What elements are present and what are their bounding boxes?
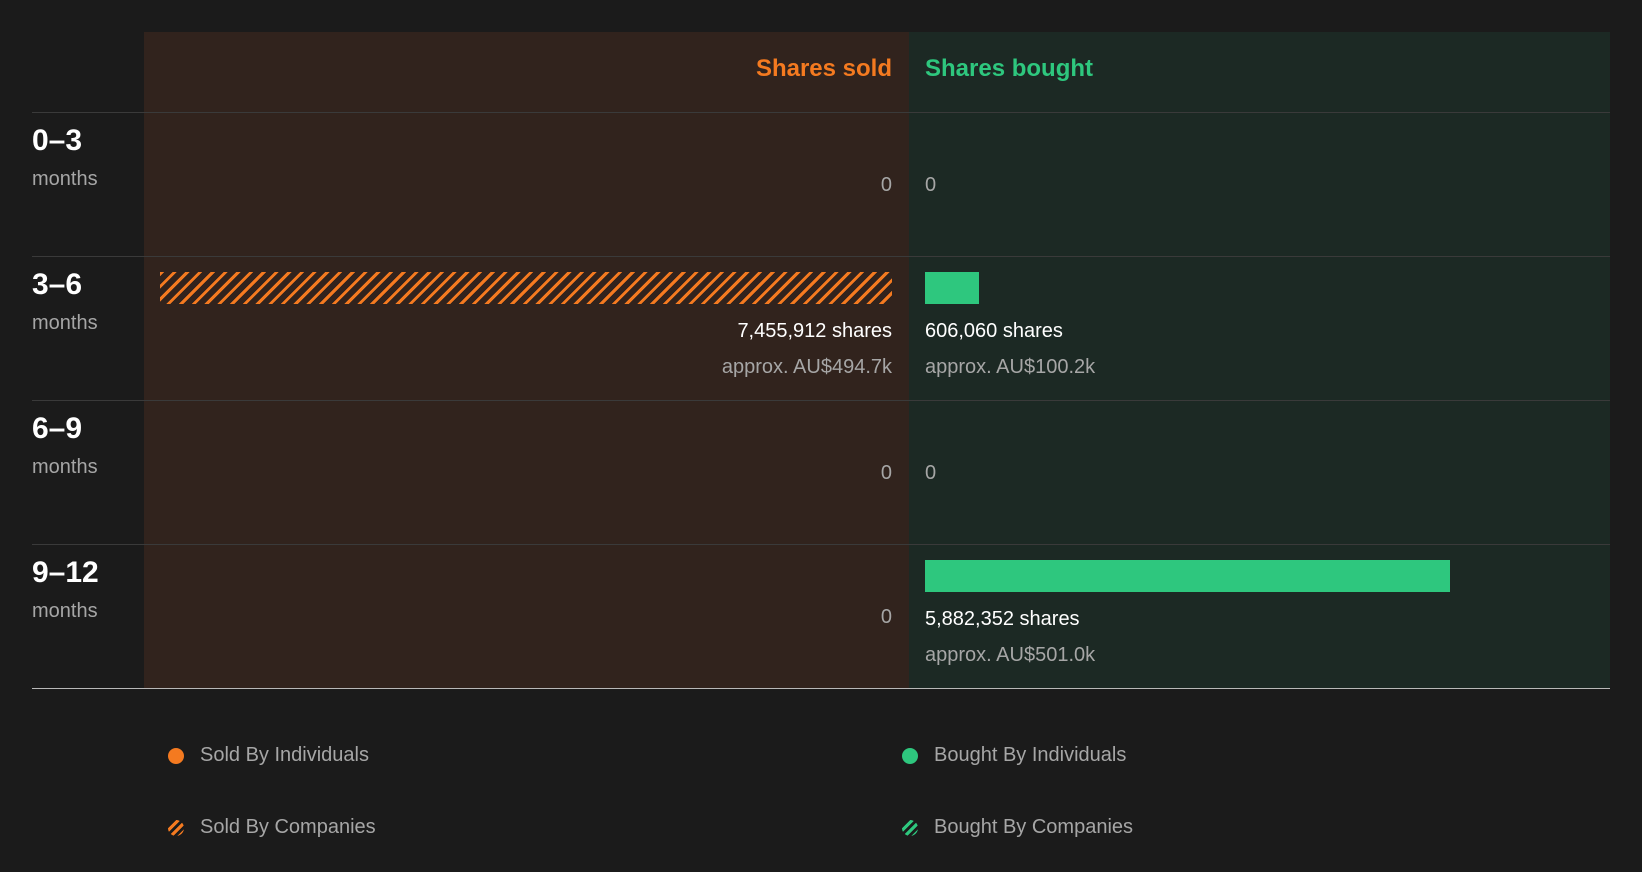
sold-approx-label: approx. AU$494.7k — [721, 356, 892, 378]
sold-value-label: 0 — [880, 606, 892, 628]
shares-sold-header: Shares sold — [755, 55, 892, 82]
period-label: 9–12 — [32, 556, 99, 589]
sold-bar — [160, 272, 892, 304]
row-label: 6–9 months — [32, 412, 98, 479]
legend-item: Sold By Individuals — [168, 744, 369, 767]
legend-swatch-icon — [168, 819, 184, 836]
bought-bar — [925, 560, 1451, 592]
period-label: 3–6 — [32, 268, 83, 301]
row-divider — [32, 400, 1610, 401]
legend-label: Sold By Companies — [200, 816, 376, 838]
period-label: 0–3 — [32, 124, 83, 157]
legend-label: Bought By Companies — [934, 816, 1134, 838]
bought-shares-label: 606,060 shares — [925, 320, 1063, 342]
sold-shares-label: 7,455,912 shares — [737, 320, 892, 342]
bought-shares-label: 5,882,352 shares — [925, 608, 1080, 630]
legend-swatch-icon — [902, 747, 918, 764]
period-label: 6–9 — [32, 412, 83, 445]
row-divider — [32, 256, 1610, 257]
bought-approx-label: approx. AU$501.0k — [925, 644, 1096, 666]
sold-value-label: 0 — [880, 174, 892, 196]
bought-approx-label: approx. AU$100.2k — [925, 356, 1096, 378]
bought-bar — [925, 272, 980, 304]
row-label: 9–12 months — [32, 556, 99, 623]
row-divider — [32, 112, 1610, 113]
sold-value-label: 0 — [880, 462, 892, 484]
legend-swatch-icon — [902, 819, 918, 836]
row-label: 3–6 months — [32, 268, 98, 335]
legend-label: Sold By Individuals — [200, 744, 369, 766]
period-unit: months — [32, 456, 98, 478]
shares-bought-header: Shares bought — [925, 55, 1094, 82]
chart-baseline — [32, 688, 1610, 689]
legend-swatch-icon — [168, 747, 184, 764]
row-label: 0–3 months — [32, 124, 98, 191]
row-divider — [32, 544, 1610, 545]
insider-trading-chart: Shares sold Shares bought 0–3 months 0 0 3–6… — [0, 0, 1642, 872]
period-unit: months — [32, 312, 98, 334]
bought-value-label: 0 — [925, 174, 937, 196]
legend-item: Bought By Individuals — [902, 744, 1126, 767]
legend-item: Sold By Companies — [168, 816, 376, 839]
period-unit: months — [32, 600, 98, 622]
bought-value-label: 0 — [925, 462, 937, 484]
legend-item: Bought By Companies — [902, 816, 1133, 839]
period-unit: months — [32, 168, 98, 190]
legend-label: Bought By Individuals — [934, 744, 1127, 766]
